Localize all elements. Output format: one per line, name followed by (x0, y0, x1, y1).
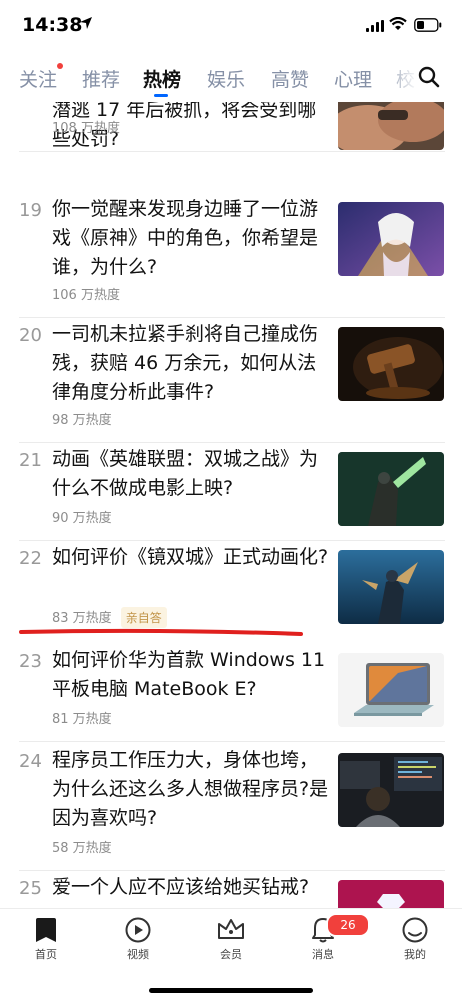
rank-number: 23 (19, 651, 42, 672)
rank-number: 24 (19, 751, 42, 772)
home-icon (36, 918, 56, 942)
heat-count: 83 万热度 亲自答 (52, 607, 167, 628)
location-arrow-icon (80, 17, 92, 29)
heat-count: 81 万热度 (52, 712, 112, 727)
tab-psychology[interactable]: 心理 (334, 65, 372, 92)
question-thumbnail (338, 880, 444, 908)
list-divider (19, 151, 445, 152)
profile-icon (402, 917, 428, 943)
question-thumbnail (338, 653, 444, 727)
nav-label: 会员 (220, 948, 242, 961)
wifi-icon (389, 17, 407, 30)
play-icon (125, 917, 151, 943)
list-divider (19, 442, 445, 443)
nav-profile[interactable]: 我的 (380, 909, 450, 979)
active-tab-indicator (154, 94, 168, 97)
search-icon[interactable] (418, 66, 440, 88)
question-title[interactable]: 你一觉醒来发现身边睡了一位游戏《原神》中的角色，你希望是谁，为什么? (52, 195, 330, 282)
list-divider (19, 741, 445, 742)
tab-hot-list[interactable]: 热榜 (143, 65, 181, 92)
status-time: 14:38 (22, 14, 83, 36)
rank-number: 19 (19, 200, 42, 221)
nav-membership[interactable]: 会员 (196, 909, 266, 979)
tab-entertainment[interactable]: 娱乐 (207, 65, 245, 92)
battery-icon (414, 18, 442, 32)
question-title[interactable]: 一司机未拉紧手刹将自己撞成伤残，获赔 46 万余元，如何从法律角度分析此事件? (52, 320, 330, 407)
nav-label: 消息 (312, 948, 334, 961)
home-indicator[interactable] (149, 988, 313, 993)
question-title[interactable]: 如何评价华为首款 Windows 11 平板电脑 MateBook E? (52, 646, 330, 704)
list-divider (19, 317, 445, 318)
rank-number: 22 (19, 548, 42, 569)
message-count-badge: 26 (326, 913, 370, 937)
tab-follow[interactable]: 关注 (19, 63, 64, 92)
heat-count: 108 万热度 (52, 121, 120, 136)
question-thumbnail (338, 550, 444, 624)
unread-dot (57, 63, 64, 69)
nav-home[interactable]: 首页 (11, 909, 81, 979)
list-divider (19, 870, 445, 871)
self-answered-badge: 亲自答 (120, 607, 167, 628)
crown-icon (218, 919, 244, 939)
rank-number: 21 (19, 450, 42, 471)
tab-top-voted[interactable]: 高赞 (271, 65, 309, 92)
red-annotation-line (19, 628, 303, 636)
question-title[interactable]: 爱一个人应不应该给她买钻戒? (52, 873, 352, 902)
question-title[interactable]: 程序员工作压力大，身体也垮，为什么还这么多人想做程序员?是因为喜欢吗? (52, 746, 330, 833)
rank-number: 20 (19, 325, 42, 346)
question-title[interactable]: 动画《英雄联盟：双城之战》为什么不做成电影上映? (52, 445, 330, 503)
status-bar: 14:38 (0, 0, 462, 50)
nav-label: 视频 (127, 948, 149, 961)
cellular-signal-icon (366, 20, 384, 32)
nav-video[interactable]: 视频 (103, 909, 173, 979)
category-tabs: 关注 推荐 热榜 娱乐 高赞 心理 校 (0, 52, 462, 102)
question-thumbnail (338, 102, 444, 150)
question-thumbnail (338, 327, 444, 401)
bottom-navigation: 首页 视频 会员 消息 26 我的 (0, 908, 462, 1000)
heat-count: 90 万热度 (52, 511, 112, 526)
hot-list: 潜逃 17 年后被抓，将会受到哪些处罚? 108 万热度 19 你一觉醒来发现身… (0, 102, 462, 908)
question-thumbnail (338, 753, 444, 827)
rank-number: 25 (19, 878, 42, 899)
tab-recommend[interactable]: 推荐 (82, 65, 120, 92)
nav-label: 首页 (35, 948, 57, 961)
heat-count: 98 万热度 (52, 413, 112, 428)
list-divider (19, 540, 445, 541)
heat-count: 106 万热度 (52, 288, 120, 303)
nav-label: 我的 (404, 948, 426, 961)
question-title[interactable]: 如何评价《镜双城》正式动画化? (52, 543, 330, 572)
question-thumbnail (338, 202, 444, 276)
heat-count: 58 万热度 (52, 841, 112, 856)
question-thumbnail (338, 452, 444, 526)
